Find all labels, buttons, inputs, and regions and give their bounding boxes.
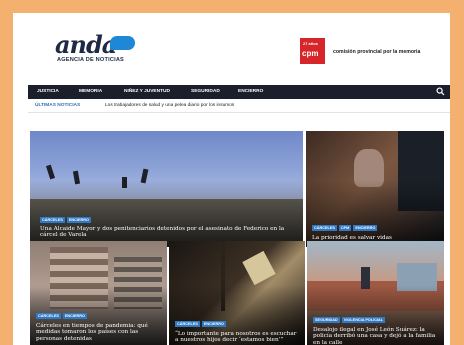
main-nav: JUSTICIA MEMORIA NIÑEZ Y JUVENTUD SEGURI… xyxy=(28,85,450,99)
nav-item-seguridad[interactable]: SEGURIDAD xyxy=(191,89,220,94)
partner-logo[interactable]: 27 años cpm comisión provincial por la m… xyxy=(300,38,440,72)
tag[interactable]: VIOLENCIA POLICIAL xyxy=(341,317,386,323)
nav-item-ninez-y-juventud[interactable]: NIÑEZ Y JUVENTUD xyxy=(124,89,170,94)
nav-item-justicia[interactable]: JUSTICIA xyxy=(37,89,59,94)
speech-bubble-icon xyxy=(110,36,135,50)
tag[interactable]: ENCIERRO xyxy=(201,321,226,327)
nav-item-memoria[interactable]: MEMORIA xyxy=(79,89,102,94)
card-title[interactable]: “Lo importante para nosotros es escuchar… xyxy=(175,331,301,344)
logo-word: anda xyxy=(55,30,117,59)
tag[interactable]: SEGURIDAD xyxy=(313,317,340,323)
news-card[interactable]: CÁRCELES ENCIERRO “Lo importante para no… xyxy=(169,241,305,345)
tag[interactable]: ENCIERRO xyxy=(62,313,87,319)
card-title[interactable]: Una Alcaide Mayor y dos penitenciarios d… xyxy=(40,226,298,239)
cpm-badge: 27 años cpm xyxy=(300,38,325,64)
site-header: anda AGENCIA DE NOTICIAS 27 años cpm com… xyxy=(13,13,450,81)
news-card[interactable]: CÁRCELES ENCIERRO Cárceles en tiempos de… xyxy=(30,241,167,345)
card-tags: CÁRCELES ENCIERRO xyxy=(36,313,87,319)
tag[interactable]: CÁRCELES xyxy=(312,225,337,231)
tag[interactable]: ENCIERRO xyxy=(353,225,378,231)
nav-item-encierro[interactable]: ENCIERRO xyxy=(238,89,263,94)
news-card[interactable]: SEGURIDAD VIOLENCIA POLICIAL Desalojo il… xyxy=(307,241,444,345)
tag[interactable]: CÁRCELES xyxy=(40,217,65,223)
news-card-featured[interactable]: CÁRCELES ENCIERRO Una Alcaide Mayor y do… xyxy=(30,131,303,247)
page: anda AGENCIA DE NOTICIAS 27 años cpm com… xyxy=(13,13,450,345)
tag[interactable]: CPM xyxy=(338,225,352,231)
card-image-figure xyxy=(45,164,56,180)
news-card[interactable]: CÁRCELES CPM ENCIERRO La prioridad es sa… xyxy=(306,131,444,247)
cpm-badge-main: cpm xyxy=(302,49,319,58)
card-tags: SEGURIDAD VIOLENCIA POLICIAL xyxy=(313,317,386,323)
partner-name: comisión provincial por la memoria xyxy=(333,49,421,55)
card-tags: CÁRCELES CPM ENCIERRO xyxy=(312,225,378,231)
card-tags: CÁRCELES ENCIERRO xyxy=(40,217,91,223)
tag[interactable]: CÁRCELES xyxy=(36,313,61,319)
cpm-badge-top: 27 años xyxy=(303,41,318,46)
card-title[interactable]: Desalojo ilegal en José León Suárez: la … xyxy=(313,327,440,345)
card-image-window xyxy=(242,250,276,286)
search-icon[interactable] xyxy=(436,87,445,96)
card-tags: CÁRCELES ENCIERRO xyxy=(175,321,226,327)
news-ticker: ÚLTIMAS NOTICIAS Los trabajadores de sal… xyxy=(28,100,450,113)
logo-subtitle: AGENCIA DE NOTICIAS xyxy=(57,57,124,63)
ticker-headline[interactable]: Los trabajadores de salud y una pelea di… xyxy=(105,103,234,108)
card-title[interactable]: Cárceles en tiempos de pandemia: qué med… xyxy=(36,323,164,342)
tag[interactable]: CÁRCELES xyxy=(175,321,200,327)
ticker-label: ÚLTIMAS NOTICIAS xyxy=(35,103,81,108)
tag[interactable]: ENCIERRO xyxy=(66,217,91,223)
site-logo[interactable]: anda AGENCIA DE NOTICIAS xyxy=(55,30,175,74)
